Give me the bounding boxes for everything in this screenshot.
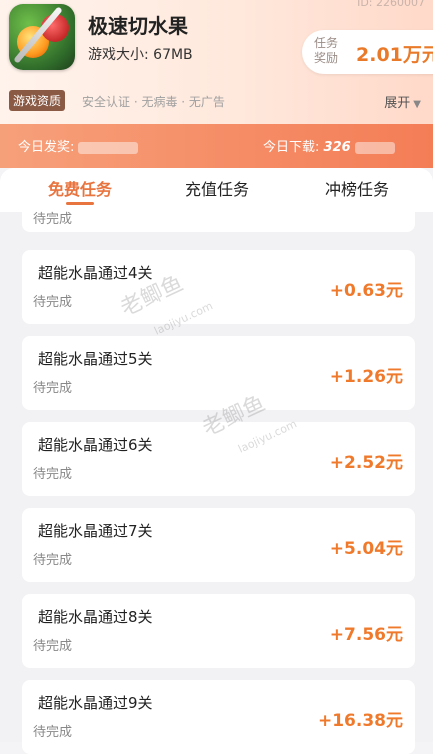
- task-title: 超能水晶通过8关: [38, 608, 153, 626]
- app-name: 极速切水果: [88, 14, 188, 38]
- expand-button[interactable]: 展开 ▼: [384, 92, 421, 111]
- task-title: 超能水晶通过6关: [38, 436, 153, 454]
- corner-id-text: ID: 2260007: [357, 0, 425, 9]
- active-tab-indicator: [66, 202, 94, 205]
- caret-down-icon: ▼: [413, 99, 421, 110]
- task-status: 待完成: [33, 467, 73, 482]
- task-title: 超能水晶通过9关: [38, 694, 153, 712]
- task-status: 待完成: [33, 553, 73, 568]
- task-reward-amount: +5.04元: [329, 539, 403, 559]
- task-title: 超能水晶通过7关: [38, 522, 153, 540]
- reward-value: 2.01万元: [356, 44, 433, 66]
- task-title: 超能水晶通过5关: [38, 350, 153, 368]
- task-reward-amount: +2.52元: [329, 453, 403, 473]
- stats-bar: 今日发奖: 今日下载: 326: [0, 124, 433, 168]
- task-status: 待完成: [33, 212, 73, 227]
- qualification-description: 安全认证 · 无病毒 · 无广告: [82, 95, 225, 109]
- today-issued-label: 今日发奖:: [18, 140, 75, 155]
- reward-label: 任务奖励: [314, 36, 339, 65]
- task-card[interactable]: 超能水晶通过7关 待完成 +5.04元: [22, 508, 415, 582]
- task-card[interactable]: 超能水晶通过9关 待完成 +16.38元: [22, 680, 415, 754]
- today-issued: 今日发奖:: [18, 136, 139, 155]
- expand-label: 展开: [384, 96, 411, 111]
- today-download-value: 326: [323, 140, 351, 155]
- task-reward-amount: +16.38元: [317, 711, 403, 731]
- task-title: 超能水晶通过4关: [38, 264, 153, 282]
- today-download-label: 今日下载:: [263, 140, 320, 155]
- qualification-tag: 游戏资质: [9, 90, 66, 111]
- today-download: 今日下载: 326: [263, 136, 395, 155]
- task-card-partial[interactable]: 待完成: [22, 212, 415, 232]
- task-reward-amount: +0.63元: [329, 281, 403, 301]
- tab-ranking-tasks[interactable]: 冲榜任务: [292, 176, 422, 200]
- task-reward-pill: 任务奖励 2.01万元: [302, 30, 433, 74]
- task-card[interactable]: 超能水晶通过8关 待完成 +7.56元: [22, 594, 415, 668]
- task-reward-amount: +1.26元: [329, 367, 403, 387]
- app-header: ID: 2260007 极速切水果 游戏大小: 67MB 任务奖励 2.01万元…: [0, 0, 433, 130]
- task-status: 待完成: [33, 725, 73, 740]
- task-status: 待完成: [33, 639, 73, 654]
- today-issued-value-blurred: [78, 141, 139, 154]
- task-status: 待完成: [33, 295, 73, 310]
- today-download-value-blurred: [354, 141, 395, 154]
- task-panel: 免费任务 充值任务 冲榜任务 待完成 超能水晶通过4关 待完成 +0.63元 超…: [0, 168, 433, 754]
- tab-recharge-tasks[interactable]: 充值任务: [152, 176, 282, 200]
- app-icon[interactable]: [9, 4, 75, 70]
- task-card[interactable]: 超能水晶通过4关 待完成 +0.63元: [22, 250, 415, 324]
- task-card[interactable]: 超能水晶通过6关 待完成 +2.52元: [22, 422, 415, 496]
- task-card[interactable]: 超能水晶通过5关 待完成 +1.26元: [22, 336, 415, 410]
- task-reward-amount: +7.56元: [329, 625, 403, 645]
- task-status: 待完成: [33, 381, 73, 396]
- tab-free-tasks[interactable]: 免费任务: [15, 176, 145, 200]
- game-qualification-bar: 游戏资质 安全认证 · 无病毒 · 无广告 展开 ▼: [9, 88, 427, 114]
- app-size: 游戏大小: 67MB: [88, 47, 193, 63]
- task-tabs: 免费任务 充值任务 冲榜任务: [0, 168, 433, 212]
